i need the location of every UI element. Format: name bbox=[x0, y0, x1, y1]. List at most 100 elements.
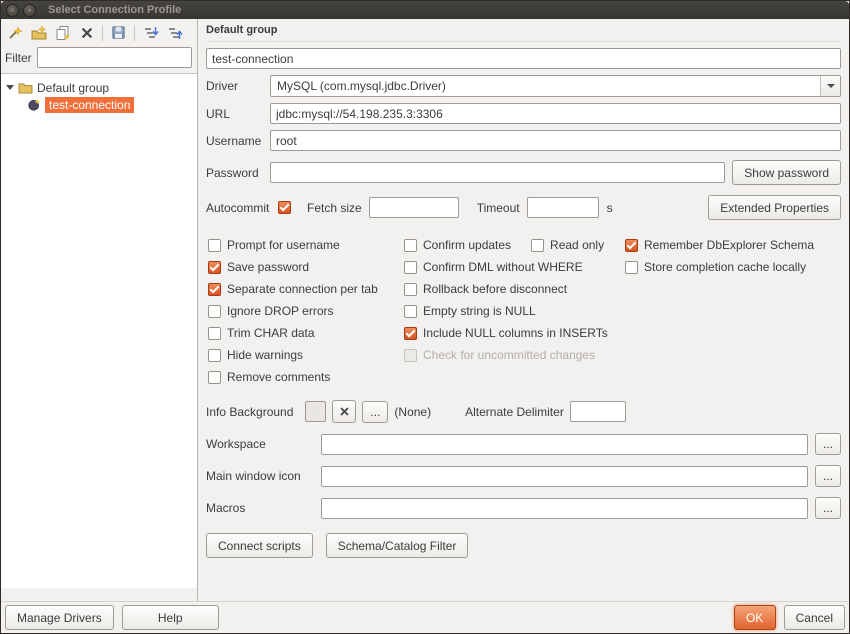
checkbox[interactable] bbox=[208, 327, 221, 340]
option-checkbox[interactable]: Ignore DROP errors bbox=[208, 304, 333, 318]
option-checkbox[interactable]: Store completion cache locally bbox=[625, 260, 806, 274]
connection-profile-dialog: × ▪ Select Connection Profile bbox=[0, 0, 850, 634]
checkbox[interactable] bbox=[404, 327, 417, 340]
password-input[interactable] bbox=[270, 162, 725, 183]
chevron-down-icon[interactable] bbox=[6, 85, 14, 90]
option-checkbox[interactable]: Save password bbox=[208, 260, 309, 274]
expand-groups-icon[interactable] bbox=[139, 21, 162, 44]
alternate-delimiter-label: Alternate Delimiter bbox=[465, 405, 564, 419]
main-window-icon-browse-button[interactable]: ... bbox=[815, 465, 841, 487]
new-group-icon[interactable] bbox=[27, 21, 50, 44]
maximize-icon[interactable]: ▪ bbox=[23, 4, 36, 17]
checkbox[interactable] bbox=[208, 349, 221, 362]
workspace-row: Workspace ... bbox=[206, 433, 841, 455]
checkbox-label: Ignore DROP errors bbox=[227, 304, 333, 318]
password-label: Password bbox=[206, 166, 270, 180]
checkbox[interactable] bbox=[208, 305, 221, 318]
timeout-input[interactable] bbox=[527, 197, 599, 218]
option-checkbox[interactable]: Hide warnings bbox=[208, 348, 303, 362]
option-checkbox[interactable]: Confirm updates bbox=[404, 238, 511, 252]
option-checkbox[interactable]: Read only bbox=[531, 238, 604, 252]
fetch-size-input[interactable] bbox=[369, 197, 459, 218]
driver-label: Driver bbox=[206, 79, 270, 93]
option-checkbox[interactable]: Include NULL columns in INSERTs bbox=[404, 326, 608, 340]
toolbar-separator bbox=[134, 25, 135, 41]
cancel-button[interactable]: Cancel bbox=[784, 605, 845, 630]
help-button[interactable]: Help bbox=[122, 605, 219, 630]
new-profile-icon[interactable] bbox=[3, 21, 26, 44]
checkbox[interactable] bbox=[625, 239, 638, 252]
macros-browse-button[interactable]: ... bbox=[815, 497, 841, 519]
collapse-groups-icon[interactable] bbox=[163, 21, 186, 44]
delete-profile-icon[interactable] bbox=[75, 21, 98, 44]
main-window-icon-input[interactable] bbox=[321, 466, 808, 487]
url-input[interactable] bbox=[270, 103, 841, 124]
extended-properties-button[interactable]: Extended Properties bbox=[708, 195, 841, 220]
filter-input[interactable] bbox=[37, 47, 192, 68]
checkbox[interactable] bbox=[404, 261, 417, 274]
option-row: Separate connection per tab bbox=[208, 278, 404, 300]
tree-group-default[interactable]: Default group bbox=[1, 79, 197, 96]
profile-editor-panel: Default group Driver MySQL (com.mysql.jd… bbox=[198, 19, 849, 601]
option-checkbox[interactable]: Rollback before disconnect bbox=[404, 282, 567, 296]
option-checkbox[interactable]: Prompt for username bbox=[208, 238, 340, 252]
option-row: Remove comments bbox=[208, 366, 404, 388]
tree-group-label: Default group bbox=[37, 81, 109, 95]
copy-profile-icon[interactable] bbox=[51, 21, 74, 44]
checkbox-label: Read only bbox=[550, 238, 604, 252]
option-checkbox[interactable]: Remember DbExplorer Schema bbox=[625, 238, 814, 252]
checkbox[interactable] bbox=[404, 305, 417, 318]
option-checkbox[interactable]: Confirm DML without WHERE bbox=[404, 260, 583, 274]
option-checkbox[interactable]: Empty string is NULL bbox=[404, 304, 536, 318]
driver-select[interactable]: MySQL (com.mysql.jdbc.Driver) bbox=[270, 75, 841, 97]
checkbox-label: Hide warnings bbox=[227, 348, 303, 362]
profile-name-input[interactable] bbox=[206, 48, 841, 69]
tree-item-test-connection[interactable]: test-connection bbox=[1, 96, 197, 113]
checkbox[interactable] bbox=[208, 283, 221, 296]
floppy-glyph bbox=[111, 25, 126, 40]
checkbox[interactable] bbox=[404, 283, 417, 296]
save-icon[interactable] bbox=[107, 21, 130, 44]
profile-tree-panel: Filter Default group test-connectio bbox=[1, 19, 198, 601]
checkbox-label: Remove comments bbox=[227, 370, 330, 384]
connect-scripts-button[interactable]: Connect scripts bbox=[206, 533, 313, 558]
checkbox[interactable] bbox=[208, 371, 221, 384]
option-checkbox[interactable]: Trim CHAR data bbox=[208, 326, 315, 340]
checkbox[interactable] bbox=[208, 261, 221, 274]
option-row: Confirm DML without WHERE bbox=[404, 256, 625, 278]
schema-catalog-filter-button[interactable]: Schema/Catalog Filter bbox=[326, 533, 469, 558]
checkbox[interactable] bbox=[208, 239, 221, 252]
main-window-icon-row: Main window icon ... bbox=[206, 465, 841, 487]
macros-input[interactable] bbox=[321, 498, 808, 519]
autocommit-checkbox[interactable] bbox=[278, 201, 291, 214]
workspace-browse-button[interactable]: ... bbox=[815, 433, 841, 455]
options-column-1: Prompt for username Save password Separate… bbox=[208, 234, 404, 388]
option-checkbox[interactable]: Separate connection per tab bbox=[208, 282, 378, 296]
pick-color-button[interactable]: ... bbox=[362, 401, 388, 423]
workspace-label: Workspace bbox=[206, 437, 314, 451]
url-row: URL bbox=[206, 103, 841, 124]
connection-options-grid: Prompt for username Save password Separate… bbox=[206, 234, 841, 388]
option-row: Store completion cache locally bbox=[625, 256, 841, 278]
filter-label: Filter bbox=[5, 51, 32, 65]
show-password-button[interactable]: Show password bbox=[732, 160, 841, 185]
alternate-delimiter-input[interactable] bbox=[570, 401, 626, 422]
option-checkbox[interactable]: Remove comments bbox=[208, 370, 330, 384]
username-input[interactable] bbox=[270, 130, 841, 151]
driver-dropdown-button[interactable] bbox=[820, 76, 840, 96]
checkbox[interactable] bbox=[625, 261, 638, 274]
manage-drivers-button[interactable]: Manage Drivers bbox=[5, 605, 114, 630]
option-row: Hide warnings bbox=[208, 344, 404, 366]
clear-color-button[interactable] bbox=[332, 400, 356, 423]
folder-sparkle-glyph bbox=[31, 25, 47, 41]
driver-selected-value: MySQL (com.mysql.jdbc.Driver) bbox=[271, 76, 820, 96]
checkbox[interactable] bbox=[404, 239, 417, 252]
ok-button[interactable]: OK bbox=[734, 605, 776, 630]
dialog-footer: Manage Drivers Help OK Cancel bbox=[1, 601, 849, 633]
workspace-input[interactable] bbox=[321, 434, 808, 455]
info-background-swatch[interactable] bbox=[305, 401, 326, 422]
folder-icon bbox=[18, 81, 33, 94]
checkbox[interactable] bbox=[531, 239, 544, 252]
close-icon[interactable]: × bbox=[6, 4, 19, 17]
tree-item-label: test-connection bbox=[45, 97, 134, 113]
